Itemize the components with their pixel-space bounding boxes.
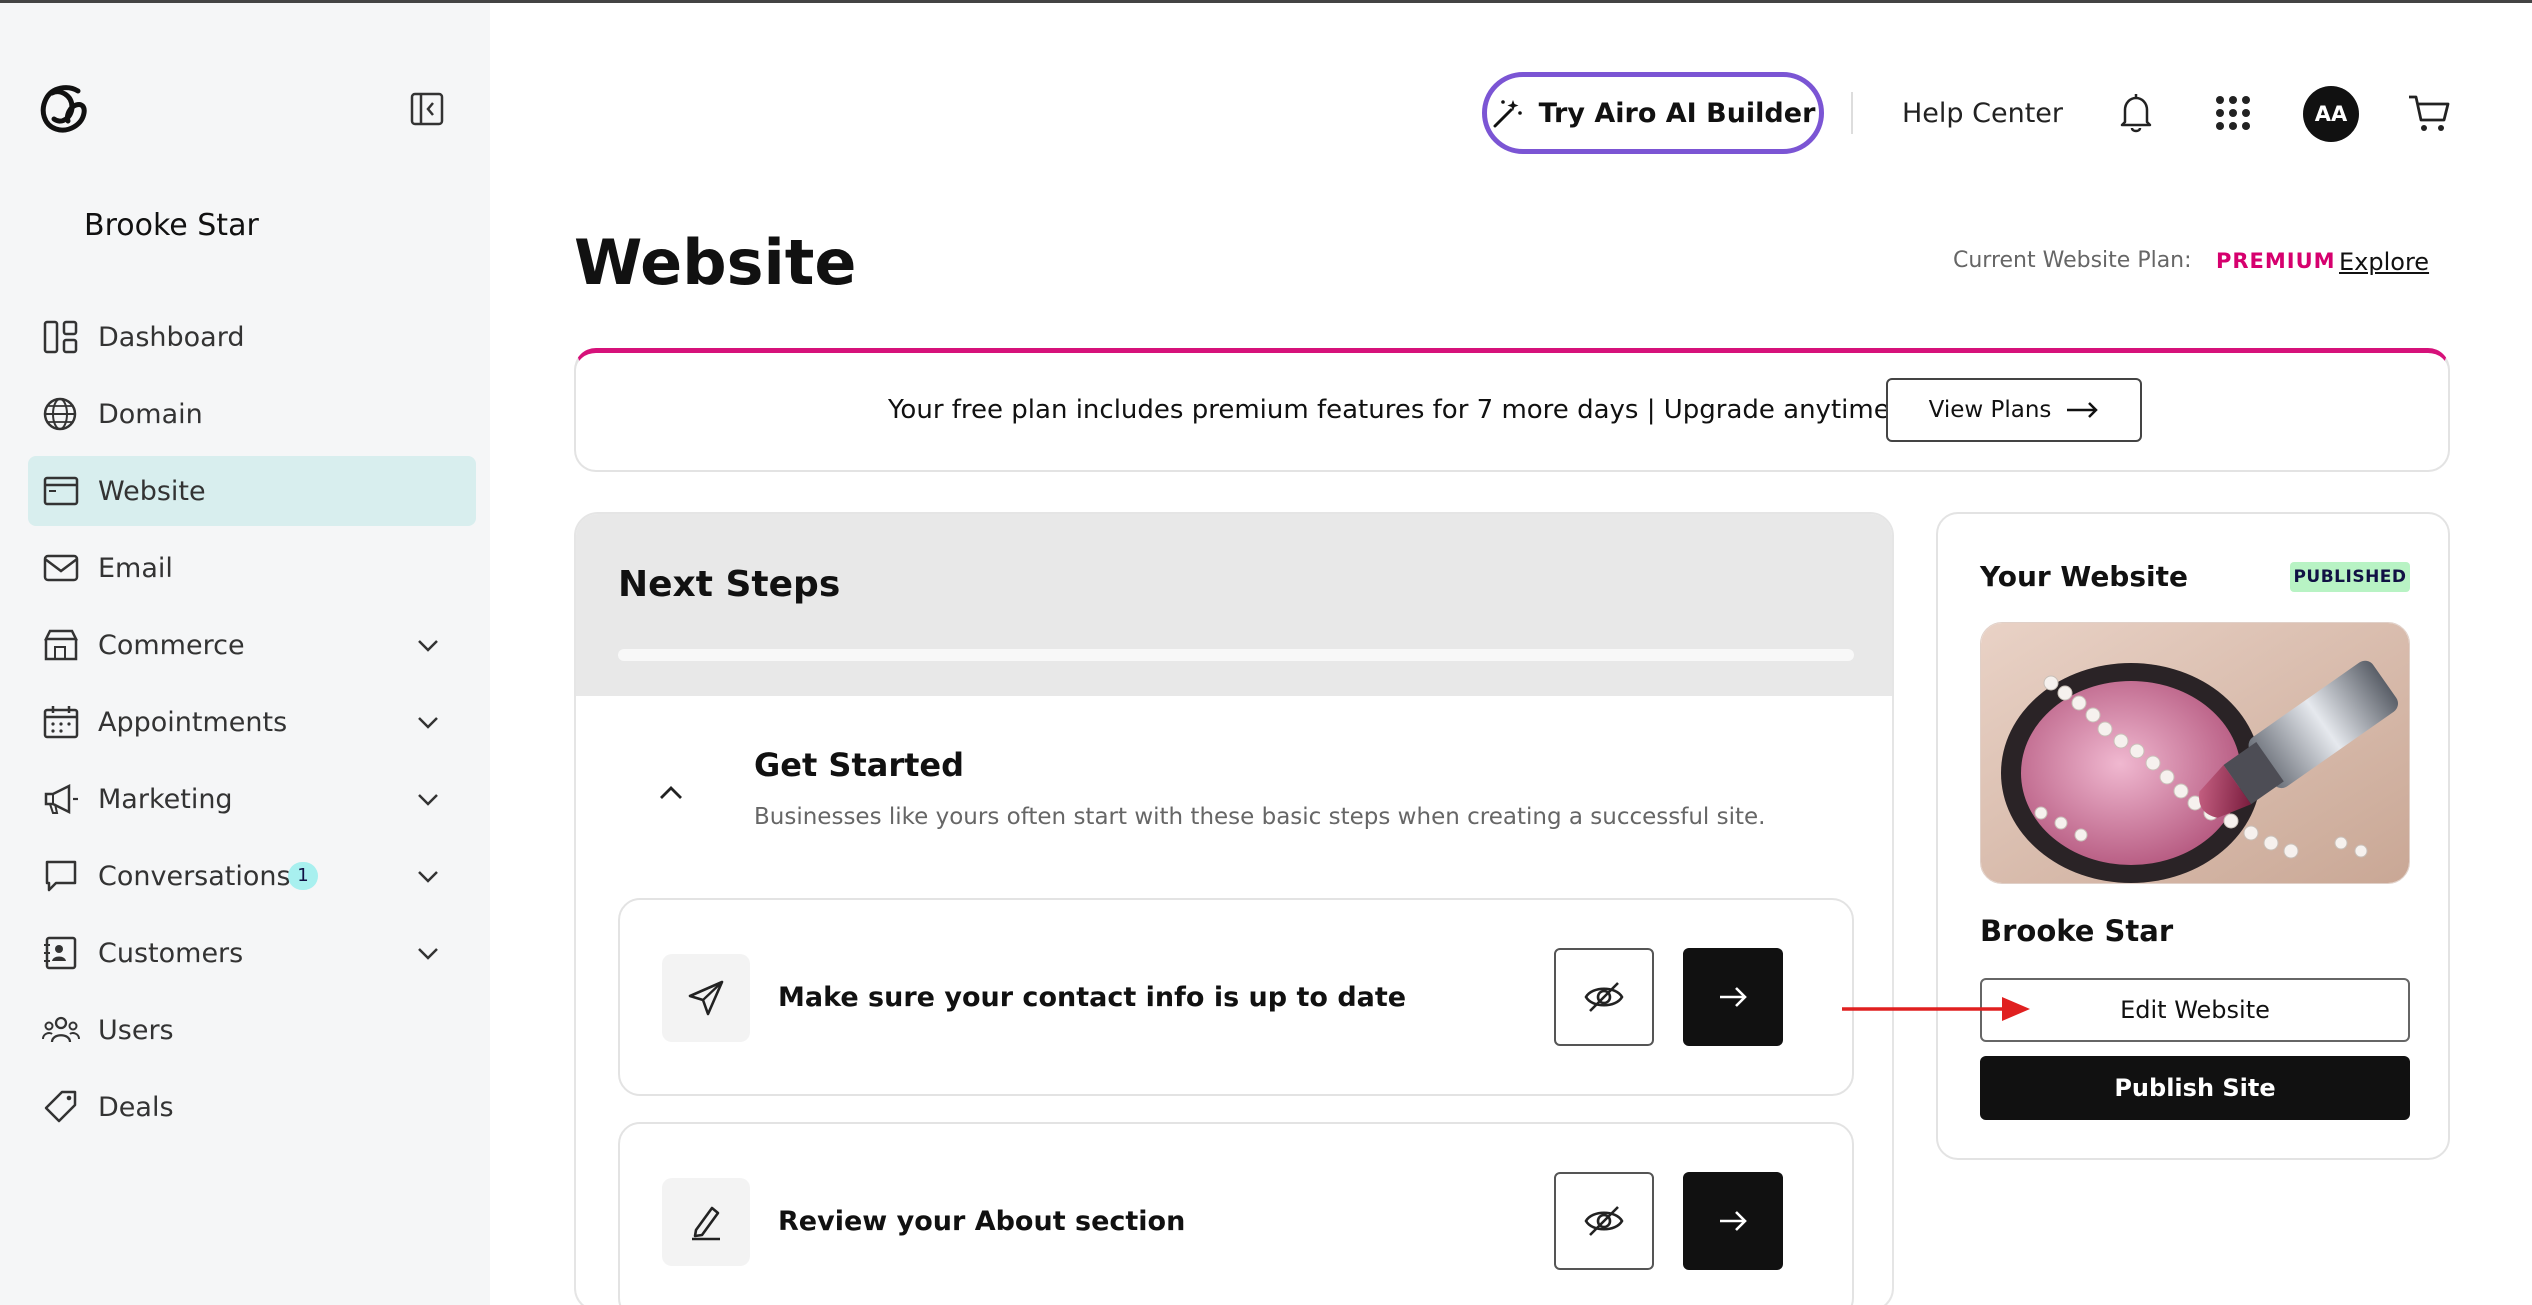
hide-task-button[interactable] [1554, 948, 1654, 1046]
sidebar-item-label: Customers [98, 937, 244, 969]
task-icon-box [662, 1178, 750, 1266]
next-steps-header: Next Steps [576, 514, 1892, 696]
sidebar-item-label: Domain [98, 398, 203, 430]
magic-wand-icon [1493, 100, 1522, 128]
sidebar-item-label: Users [98, 1014, 174, 1046]
annotation-arrow-icon [1842, 997, 2030, 1021]
sidebar-item-dashboard[interactable]: Dashboard [28, 302, 476, 372]
account-name: Brooke Star [84, 208, 259, 243]
eye-off-icon [1584, 1206, 1624, 1236]
explore-link[interactable]: Explore [2339, 248, 2429, 276]
avatar[interactable]: AA [2303, 86, 2359, 142]
current-plan-value: PREMIUM [2216, 249, 2336, 273]
sidebar-item-label: Commerce [98, 629, 245, 661]
tag-icon [44, 1090, 77, 1123]
storefront-icon [43, 629, 79, 661]
view-plans-label: View Plans [1928, 397, 2052, 423]
chevron-down-icon[interactable] [413, 861, 443, 891]
chevron-down-icon[interactable] [413, 707, 443, 737]
dashboard-icon [43, 320, 78, 354]
hide-task-button[interactable] [1554, 1172, 1654, 1270]
header-divider [1851, 92, 1853, 134]
sidebar-item-label: Marketing [98, 783, 233, 815]
arrow-right-icon [1720, 987, 1747, 1007]
paper-plane-icon [688, 980, 724, 1016]
sidebar-item-label: Appointments [98, 706, 288, 738]
sidebar: Brooke Star Dashboard Domain Website Ema… [0, 3, 490, 1305]
megaphone-icon [44, 783, 78, 815]
chevron-down-icon[interactable] [413, 630, 443, 660]
sidebar-item-email[interactable]: Email [28, 533, 476, 603]
sidebar-item-conversations[interactable]: Conversations 1 [28, 841, 476, 911]
task-card-about-section[interactable]: Review your About section [618, 1122, 1854, 1305]
sidebar-item-domain[interactable]: Domain [28, 379, 476, 449]
chevron-down-icon[interactable] [413, 938, 443, 968]
envelope-icon [43, 554, 79, 582]
globe-icon [43, 397, 77, 431]
next-steps-title: Next Steps [618, 564, 841, 605]
pencil-icon [692, 1206, 720, 1241]
sidebar-item-label: Conversations [98, 860, 291, 892]
your-website-card: Your Website PUBLISHED Brooke Star Edit … [1936, 512, 2450, 1160]
try-airo-ai-builder-button[interactable]: Try Airo AI Builder [1482, 72, 1824, 154]
publish-site-button[interactable]: Publish Site [1980, 1056, 2410, 1120]
calendar-icon [43, 706, 79, 739]
banner-text: Your free plan includes premium features… [888, 395, 1890, 425]
browser-window-icon [43, 476, 79, 506]
users-icon [42, 1016, 80, 1043]
edit-website-button[interactable]: Edit Website [1980, 978, 2410, 1042]
task-label: Make sure your contact info is up to dat… [778, 982, 1407, 1013]
free-plan-banner: Your free plan includes premium features… [574, 348, 2450, 472]
website-preview-thumbnail[interactable] [1980, 622, 2410, 884]
collapse-sidebar-icon[interactable] [409, 91, 445, 127]
chat-bubble-icon [45, 860, 77, 892]
task-icon-box [662, 954, 750, 1042]
next-steps-card: Next Steps Get Started Businesses like y… [574, 512, 1894, 1305]
unread-count-badge: 1 [288, 862, 318, 890]
task-label: Review your About section [778, 1206, 1186, 1237]
current-plan-label: Current Website Plan: [1953, 248, 2192, 273]
airo-button-label: Try Airo AI Builder [1538, 97, 1816, 129]
shopping-cart-icon[interactable] [2407, 92, 2451, 134]
arrow-right-icon [1720, 1211, 1747, 1231]
page-title: Website [574, 226, 857, 299]
task-card-contact-info[interactable]: Make sure your contact info is up to dat… [618, 898, 1854, 1096]
sidebar-item-marketing[interactable]: Marketing [28, 764, 476, 834]
apps-grid-icon[interactable] [2214, 94, 2252, 132]
eye-off-icon [1584, 982, 1624, 1012]
your-website-title: Your Website [1980, 560, 2188, 593]
godaddy-logo[interactable] [38, 85, 90, 133]
website-name: Brooke Star [1980, 914, 2174, 948]
sidebar-item-website[interactable]: Website [28, 456, 476, 526]
bell-icon[interactable] [2117, 92, 2155, 134]
chevron-up-icon[interactable] [654, 776, 688, 810]
sidebar-item-deals[interactable]: Deals [28, 1072, 476, 1142]
sidebar-item-label: Website [98, 475, 206, 507]
view-plans-button[interactable]: View Plans [1886, 378, 2142, 442]
sidebar-item-appointments[interactable]: Appointments [28, 687, 476, 757]
sidebar-item-users[interactable]: Users [28, 995, 476, 1065]
lipstick-compact-image [1981, 623, 2409, 883]
sidebar-item-label: Deals [98, 1091, 174, 1123]
help-center-link[interactable]: Help Center [1902, 98, 2063, 129]
chevron-down-icon[interactable] [413, 784, 443, 814]
sidebar-item-commerce[interactable]: Commerce [28, 610, 476, 680]
get-started-title: Get Started [754, 746, 965, 784]
sidebar-item-label: Email [98, 552, 173, 584]
arrow-right-icon [2067, 402, 2099, 418]
get-started-description: Businesses like yours often start with t… [754, 804, 1766, 830]
next-steps-progress-bar [618, 649, 1854, 661]
go-to-task-button[interactable] [1683, 948, 1783, 1046]
sidebar-item-customers[interactable]: Customers [28, 918, 476, 988]
contact-card-icon [44, 936, 77, 970]
go-to-task-button[interactable] [1683, 1172, 1783, 1270]
published-status-badge: PUBLISHED [2290, 562, 2410, 592]
sidebar-item-label: Dashboard [98, 321, 245, 353]
